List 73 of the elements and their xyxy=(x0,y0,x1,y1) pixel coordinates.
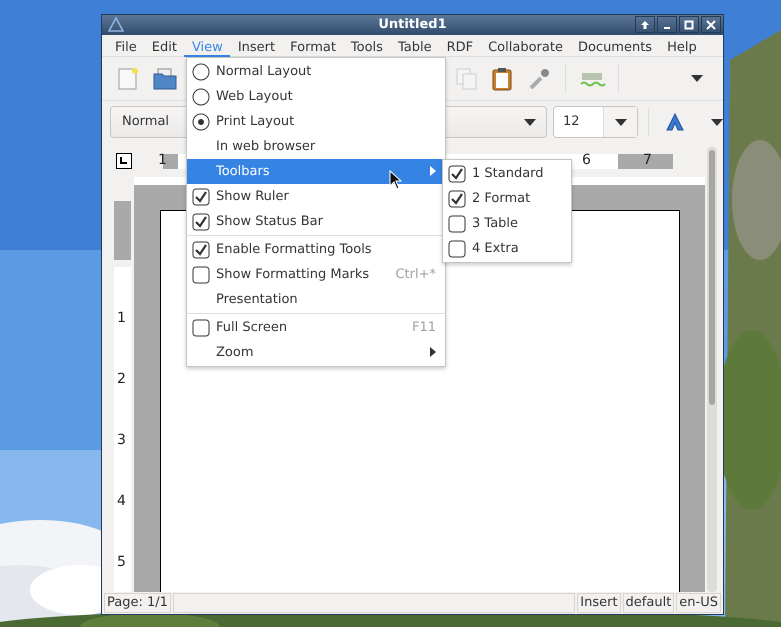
vertical-scrollbar[interactable] xyxy=(707,147,717,592)
page-style-indicator: default xyxy=(622,593,674,613)
submenu-arrow-icon xyxy=(430,347,436,358)
new-document-icon[interactable] xyxy=(117,66,139,90)
ruler-margin xyxy=(114,201,131,260)
font-size-dropdown[interactable]: 12 xyxy=(553,106,638,138)
app-logo-icon xyxy=(108,17,124,32)
shortcut-text: F11 xyxy=(412,318,436,337)
window-title: Untitled1 xyxy=(378,16,447,34)
minimize-button[interactable] xyxy=(657,16,677,33)
language-indicator: en-US xyxy=(676,593,721,613)
maximize-button[interactable] xyxy=(679,16,699,33)
ruler-number: 6 xyxy=(582,151,591,170)
checkbox[interactable] xyxy=(192,188,210,206)
insert-mode-indicator: Insert xyxy=(577,593,621,613)
eyedropper-icon[interactable] xyxy=(527,66,551,90)
ruler-number: 4 xyxy=(117,492,126,511)
tab-stop-icon[interactable] xyxy=(116,153,132,169)
close-button[interactable] xyxy=(701,16,721,33)
checkbox[interactable] xyxy=(448,164,466,183)
caret-icon[interactable] xyxy=(691,75,703,82)
menu-item[interactable]: Normal Layout xyxy=(187,59,445,84)
menu-item[interactable]: Web Layout xyxy=(187,84,445,109)
menu-item[interactable]: Show Formatting Marks Ctrl+* xyxy=(187,262,445,287)
text-color-icon[interactable] xyxy=(664,113,685,131)
menu-item[interactable]: 3 Table xyxy=(443,211,571,236)
caret-icon[interactable] xyxy=(710,118,723,126)
mouse-cursor-icon xyxy=(389,170,402,190)
caret-icon xyxy=(524,118,536,126)
menu-item[interactable]: Full Screen F11 xyxy=(187,315,445,340)
ruler-number: 1 xyxy=(117,309,126,328)
menu-item[interactable]: RDF xyxy=(438,35,480,57)
checkbox[interactable] xyxy=(192,240,210,259)
shade-button[interactable] xyxy=(635,16,655,33)
menu-item[interactable]: Edit xyxy=(144,35,184,57)
maximize-icon xyxy=(684,20,694,30)
checkbox[interactable] xyxy=(448,190,466,208)
checkbox[interactable] xyxy=(192,266,210,284)
ruler-number: 2 xyxy=(117,370,126,389)
menu-item[interactable]: Documents xyxy=(570,35,660,57)
menu-item[interactable]: 2 Format xyxy=(443,186,571,211)
checkbox[interactable] xyxy=(448,214,466,233)
menu-item[interactable]: 1 Standard xyxy=(443,161,571,186)
menu-item[interactable]: Table xyxy=(390,35,439,57)
checkbox[interactable] xyxy=(448,240,466,258)
menu-item[interactable]: Presentation xyxy=(187,287,445,312)
minimize-icon xyxy=(664,27,670,29)
ruler-number: 5 xyxy=(117,553,126,572)
page-indicator: Page: 1/1 xyxy=(104,593,171,613)
shortcut-text: Ctrl+* xyxy=(395,266,436,284)
menu-item[interactable]: Toolbars xyxy=(187,159,445,184)
menu-item[interactable]: Help xyxy=(659,35,704,57)
ruler-number: 7 xyxy=(643,151,652,170)
menu-item[interactable]: File xyxy=(107,35,144,57)
checkbox[interactable] xyxy=(192,212,210,231)
radio-button[interactable] xyxy=(192,88,210,106)
menu-item[interactable]: Insert xyxy=(230,35,282,57)
up-arrow-icon xyxy=(640,20,650,30)
close-icon xyxy=(706,20,716,30)
ruler-number: 3 xyxy=(117,431,126,450)
menu-item[interactable]: Format xyxy=(282,35,343,57)
clipboard-icon[interactable] xyxy=(491,66,513,90)
menu-item[interactable]: 4 Extra xyxy=(443,236,571,261)
menu-item[interactable]: Collaborate xyxy=(480,35,570,57)
radio-button[interactable] xyxy=(192,62,210,81)
caret-icon xyxy=(614,118,627,126)
checkbox[interactable] xyxy=(192,318,210,337)
open-folder-icon[interactable] xyxy=(153,68,177,90)
menu-item[interactable]: Zoom xyxy=(187,340,445,365)
menu-item[interactable]: Tools xyxy=(342,35,390,57)
submenu-arrow-icon xyxy=(430,166,436,176)
ruler-number: 1 xyxy=(158,151,167,170)
radio-button[interactable] xyxy=(192,112,210,131)
